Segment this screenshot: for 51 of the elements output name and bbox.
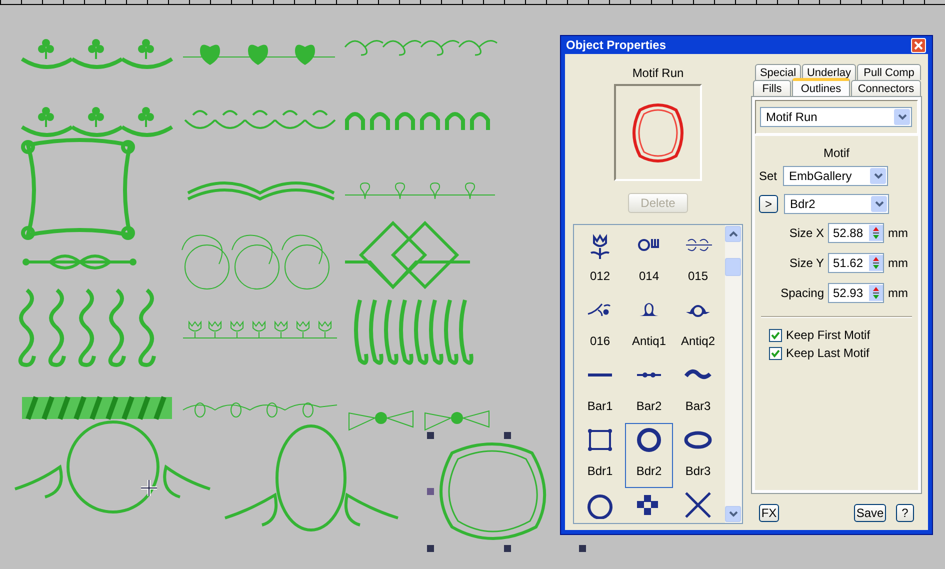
next-button[interactable]: > bbox=[759, 195, 778, 213]
tab[interactable]: Pull Comp bbox=[857, 64, 921, 80]
motif-item[interactable]: 016 bbox=[576, 293, 624, 358]
preview-label: Motif Run bbox=[632, 66, 684, 80]
motif-item[interactable]: Antiq1 bbox=[625, 293, 673, 358]
set-dropdown[interactable]: EmbGallery bbox=[783, 166, 888, 186]
motif-label: Antiq1 bbox=[632, 334, 666, 348]
pattern-dropdown[interactable]: Bdr2 bbox=[784, 194, 889, 214]
field-label: Size Y bbox=[790, 256, 824, 270]
checkbox[interactable]: Keep First Motif bbox=[769, 328, 914, 342]
unit-label: mm bbox=[888, 226, 909, 240]
tab[interactable]: Connectors bbox=[851, 80, 921, 96]
motif-label: Bdr1 bbox=[587, 464, 613, 478]
tab[interactable]: Fills bbox=[753, 80, 791, 96]
help-button[interactable]: ? bbox=[896, 504, 914, 522]
motif-item[interactable]: Bar2 bbox=[625, 358, 673, 423]
save-button[interactable]: Save bbox=[854, 504, 886, 522]
motif-label: Antiq2 bbox=[680, 334, 716, 348]
motif-label: Bar1 bbox=[587, 399, 613, 413]
number-field[interactable]: 52.93 bbox=[828, 283, 884, 303]
motif-label: 012 bbox=[590, 269, 610, 283]
stitch-type-dropdown[interactable]: Motif Run bbox=[760, 107, 912, 127]
tab[interactable]: Special bbox=[755, 64, 801, 80]
motif-label: 016 bbox=[590, 334, 610, 348]
number-field[interactable]: 51.62 bbox=[828, 253, 884, 273]
motif-item[interactable]: 015 bbox=[674, 228, 722, 293]
motif-item[interactable]: 012 bbox=[576, 228, 624, 293]
motif-item[interactable]: Bar3 bbox=[674, 358, 722, 423]
unit-label: mm bbox=[888, 256, 909, 270]
unit-label: mm bbox=[888, 286, 909, 300]
field-label: Size X bbox=[789, 226, 824, 240]
tab[interactable]: Outlines bbox=[792, 78, 850, 96]
motif-item[interactable]: Bdr2 bbox=[625, 423, 673, 488]
motif-label: Bdr3 bbox=[685, 464, 711, 478]
motif-item[interactable]: 014 bbox=[625, 228, 673, 293]
field-label: Spacing bbox=[780, 286, 824, 300]
number-field[interactable]: 52.88 bbox=[828, 223, 884, 243]
motif-item[interactable]: Bdr1 bbox=[576, 423, 624, 488]
motif-label: Bar2 bbox=[636, 399, 662, 413]
motif-label: Bar3 bbox=[685, 399, 711, 413]
motif-label: 014 bbox=[638, 269, 660, 283]
motif-label: Bdr2 bbox=[636, 464, 662, 478]
motif-label: 015 bbox=[688, 269, 708, 283]
fx-button[interactable]: FX bbox=[759, 504, 779, 522]
set-label: Set bbox=[759, 169, 778, 183]
section-heading: Motif bbox=[823, 146, 850, 160]
checkbox[interactable]: Keep Last Motif bbox=[769, 346, 914, 360]
motif-item[interactable]: Bdr3 bbox=[674, 423, 722, 488]
motif-item[interactable]: Antiq2 bbox=[674, 293, 722, 358]
window-title: Object Properties bbox=[566, 38, 666, 52]
motif-item[interactable]: Bar1 bbox=[576, 358, 624, 423]
